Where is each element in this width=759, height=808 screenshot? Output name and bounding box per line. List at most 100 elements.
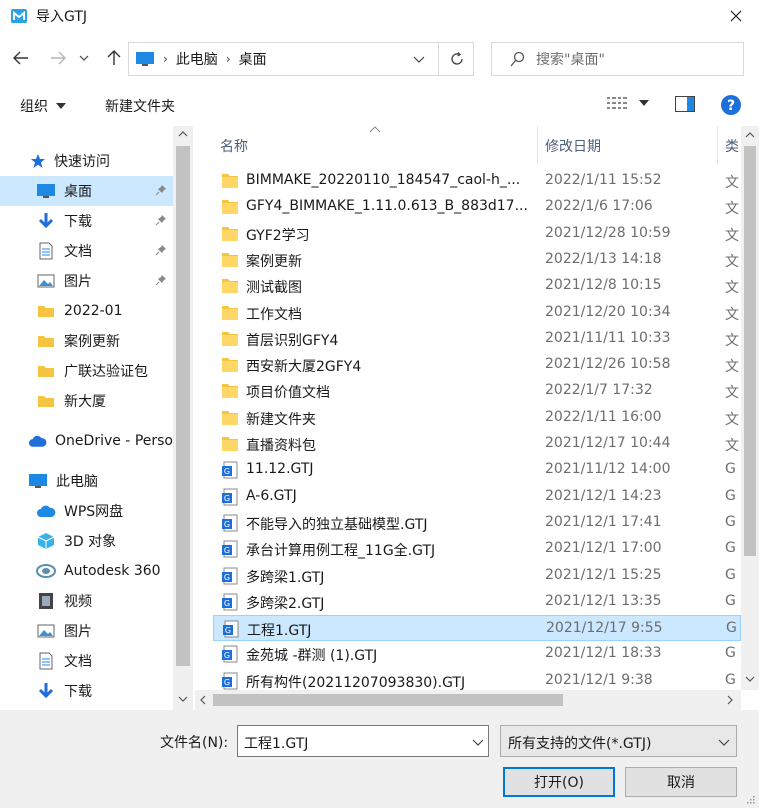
resize-grip-icon[interactable] xyxy=(745,794,755,804)
picture-icon xyxy=(36,622,56,640)
file-row[interactable]: 测试截图 2021/12/8 10:15 文 xyxy=(213,273,741,299)
preview-pane-button[interactable] xyxy=(675,96,695,112)
file-row[interactable]: 案例更新 2022/1/13 14:18 文 xyxy=(213,247,741,273)
breadcrumb-desktop[interactable]: 桌面 xyxy=(239,49,267,69)
refresh-button[interactable] xyxy=(438,42,474,76)
breadcrumb-this-pc[interactable]: 此电脑 xyxy=(176,49,218,69)
file-row[interactable]: G 工程1.GTJ 2021/12/17 9:55 G xyxy=(213,615,741,642)
open-label: 打开(O) xyxy=(534,775,584,791)
column-divider[interactable] xyxy=(537,126,538,164)
file-row[interactable]: 工作文档 2021/12/20 10:34 文 xyxy=(213,300,741,326)
filetype-select[interactable]: 所有支持的文件(*.GTJ) xyxy=(500,725,737,757)
scroll-down-icon[interactable] xyxy=(745,676,755,682)
view-options-button[interactable] xyxy=(607,96,649,110)
column-divider[interactable] xyxy=(717,126,718,164)
organize-menu[interactable]: 组织 xyxy=(20,96,66,116)
svg-text:?: ? xyxy=(727,98,735,114)
file-row[interactable]: GYF2学习 2021/12/28 10:59 文 xyxy=(213,221,741,247)
file-row[interactable]: G 金苑城 -群测 (1).GTJ 2021/12/1 18:33 G xyxy=(213,641,741,667)
gtj-file-icon: G xyxy=(221,672,239,690)
desktop-icon xyxy=(36,182,56,200)
horizontal-scrollbar-thumb[interactable] xyxy=(213,694,563,706)
nav-this-pc[interactable]: 此电脑 xyxy=(0,466,173,496)
folder-icon xyxy=(221,225,239,243)
up-button[interactable] xyxy=(102,46,126,70)
sidebar-item-4[interactable]: 2022-01 xyxy=(0,296,173,326)
file-row[interactable]: BIMMAKE_20220110_184547_caol-h_... 2022/1… xyxy=(213,168,741,194)
sidebar-pc-item-3[interactable]: 视频 xyxy=(0,586,173,616)
sidebar-item-1[interactable]: 下载 xyxy=(0,206,173,236)
file-row[interactable]: 项目价值文档 2022/1/7 17:32 文 xyxy=(213,378,741,404)
sidebar-item-5[interactable]: 案例更新 xyxy=(0,326,173,356)
file-row[interactable]: G 多跨梁1.GTJ 2021/12/1 15:25 G xyxy=(213,563,741,589)
file-row[interactable]: 首层识别GFY4 2021/11/11 10:33 文 xyxy=(213,326,741,352)
back-button[interactable] xyxy=(9,46,33,70)
cancel-button[interactable]: 取消 xyxy=(625,767,737,797)
recent-locations-button[interactable] xyxy=(76,46,92,70)
new-folder-button[interactable]: 新建文件夹 xyxy=(105,96,175,116)
nav-quick-access[interactable]: 快速访问 xyxy=(0,146,173,176)
filename-label: 文件名(N): xyxy=(160,735,229,751)
sidebar-item-label: 2022-01 xyxy=(64,303,123,319)
file-row[interactable]: GFY4_BIMMAKE_1.11.0.613_B_883d17... 2022/… xyxy=(213,194,741,220)
sidebar-pc-item-0[interactable]: WPS网盘 xyxy=(0,496,173,526)
nav-scrollbar[interactable] xyxy=(173,126,193,710)
filename-input[interactable]: 工程1.GTJ xyxy=(237,725,489,757)
search-icon xyxy=(510,51,525,67)
close-button[interactable] xyxy=(713,0,759,32)
column-type[interactable]: 类 xyxy=(725,136,739,156)
scroll-up-icon[interactable] xyxy=(745,132,755,138)
column-name[interactable]: 名称 xyxy=(220,136,248,156)
sidebar-pc-item-2[interactable]: Autodesk 360 xyxy=(0,556,173,586)
breadcrumb-separator: › xyxy=(163,52,168,66)
sidebar-pc-item-5[interactable]: 文档 xyxy=(0,646,173,676)
scroll-left-icon[interactable] xyxy=(200,695,206,705)
chevron-down-icon[interactable] xyxy=(472,734,484,750)
file-type: 文 xyxy=(725,332,739,349)
address-bar[interactable]: › 此电脑 › 桌面 xyxy=(128,42,474,76)
sidebar-pc-item-6[interactable]: 下载 xyxy=(0,676,173,706)
file-row[interactable]: G 承台计算用例工程_11G全.GTJ 2021/12/1 17:00 G xyxy=(213,536,741,562)
file-type: G xyxy=(725,566,736,583)
file-row[interactable]: G 多跨梁2.GTJ 2021/12/1 13:35 G xyxy=(213,589,741,615)
scroll-down-icon[interactable] xyxy=(178,696,188,702)
file-list-vertical-scrollbar[interactable] xyxy=(741,126,759,690)
sidebar-item-3[interactable]: 图片 xyxy=(0,266,173,296)
sidebar-item-2[interactable]: 文档 xyxy=(0,236,173,266)
file-row[interactable]: 西安新大厦2GFY4 2021/12/26 10:58 文 xyxy=(213,352,741,378)
nav-scrollbar-thumb[interactable] xyxy=(176,146,190,666)
file-name: 工程1.GTJ xyxy=(247,623,312,640)
scroll-right-icon[interactable] xyxy=(727,695,733,705)
pin-icon xyxy=(155,244,167,260)
chevron-down-icon[interactable] xyxy=(413,51,425,67)
sidebar-item-0[interactable]: 桌面 xyxy=(0,176,173,206)
help-button[interactable]: ? xyxy=(720,94,742,116)
sidebar-pc-item-1[interactable]: 3D 对象 xyxy=(0,526,173,556)
sidebar-pc-item-4[interactable]: 图片 xyxy=(0,616,173,646)
chevron-down-icon xyxy=(718,739,730,746)
vertical-scrollbar-thumb[interactable] xyxy=(744,146,756,556)
file-row[interactable]: G 11.12.GTJ 2021/11/12 14:00 G xyxy=(213,457,741,483)
folder-icon xyxy=(221,172,239,190)
scroll-up-icon[interactable] xyxy=(178,131,188,137)
sort-ascending-icon xyxy=(369,126,381,133)
forward-button[interactable] xyxy=(46,46,70,70)
sidebar-item-7[interactable]: 新大厦 xyxy=(0,386,173,416)
file-row[interactable]: G A-6.GTJ 2021/12/1 14:23 G xyxy=(213,484,741,510)
file-list-horizontal-scrollbar[interactable] xyxy=(195,690,741,710)
file-type: 文 xyxy=(725,201,739,218)
file-row[interactable]: 新建文件夹 2022/1/11 16:00 文 xyxy=(213,405,741,431)
filetype-value: 所有支持的文件(*.GTJ) xyxy=(508,736,652,752)
open-button[interactable]: 打开(O) xyxy=(503,767,615,797)
gtj-file-icon: G xyxy=(221,514,239,532)
file-row[interactable]: 直播资料包 2021/12/17 10:44 文 xyxy=(213,431,741,457)
file-row[interactable]: G 不能导入的独立基础模型.GTJ 2021/12/1 17:41 G xyxy=(213,510,741,536)
sidebar-item-6[interactable]: 广联达验证包 xyxy=(0,356,173,386)
column-date-modified[interactable]: 修改日期 xyxy=(545,136,601,156)
nav-onedrive[interactable]: OneDrive - Perso xyxy=(0,426,173,456)
view-list-icon xyxy=(607,97,627,109)
folder-icon xyxy=(36,302,56,320)
file-date-modified: 2021/12/1 17:00 xyxy=(545,540,662,557)
file-date-modified: 2021/12/1 14:23 xyxy=(545,487,662,504)
search-box[interactable]: 搜索"桌面" xyxy=(491,42,744,76)
